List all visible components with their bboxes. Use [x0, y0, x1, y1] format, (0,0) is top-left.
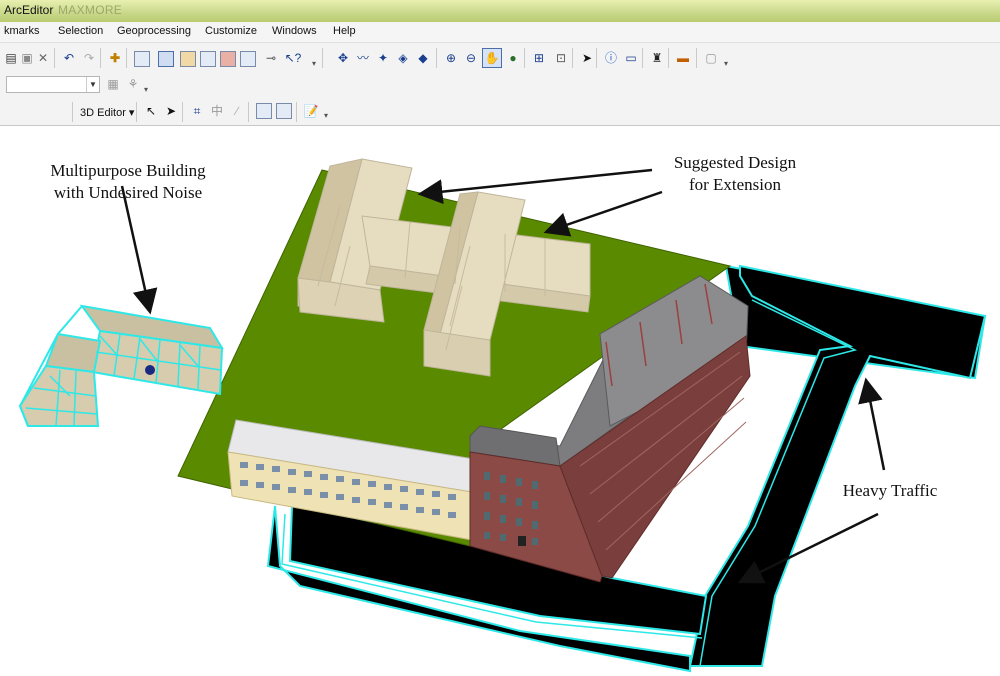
3d-editor-menu[interactable]: 3D Editor ▾	[80, 106, 134, 119]
toolbar-overflow-icon[interactable]: ▾	[144, 85, 150, 95]
search-window-icon[interactable]	[200, 51, 216, 67]
toolbar-separator	[248, 102, 249, 122]
menu-customize[interactable]: Customize	[205, 25, 257, 37]
arctoolbox-icon[interactable]	[220, 51, 236, 67]
model-builder-icon[interactable]: ⊸	[262, 49, 280, 67]
layer-combo[interactable]: ▼	[6, 76, 100, 93]
edit-placement-icon[interactable]: ➤	[162, 102, 180, 120]
menu-help[interactable]: Help	[333, 25, 356, 37]
design-annotation: Suggested Design for Extension	[642, 152, 828, 196]
zoom-in-icon[interactable]: ⊕	[442, 49, 460, 67]
menu-windows[interactable]: Windows	[272, 25, 317, 37]
toolbar-separator	[54, 48, 55, 68]
3d-editor-toolbar: 3D Editor ▾ ↖ ➤ ⌗ 中 ∕ 📝 ▾	[0, 97, 1000, 126]
animation-icon[interactable]: ▢	[702, 49, 720, 67]
toolbar-separator	[136, 102, 137, 122]
toolbar-separator	[182, 102, 183, 122]
draw-icon[interactable]: ▦	[104, 75, 122, 93]
fly-icon[interactable]: 〰	[354, 49, 372, 67]
toolbar-separator	[100, 48, 101, 68]
standard-toolbar: ▤ ▣ ✕ ↶ ↷ ✚ ⊸ ↖? ▾ ✥ 〰 ✦ ◈ ◆ ⊕ ⊖ ✋ ● ⊞ ⊡…	[0, 43, 1000, 74]
sketch-properties-icon[interactable]	[276, 103, 292, 119]
toolbar-separator	[668, 48, 669, 68]
toolbar-separator	[596, 48, 597, 68]
toolbar-separator	[572, 48, 573, 68]
scene-canvas	[18, 158, 987, 673]
center-on-target-icon[interactable]: ✦	[374, 49, 392, 67]
arrow-design-2	[543, 190, 663, 237]
arrow-noise	[120, 185, 158, 315]
pan-icon[interactable]: ✋	[482, 48, 502, 68]
toolbar-separator	[696, 48, 697, 68]
zoom-to-target-icon[interactable]: ◈	[394, 49, 412, 67]
multipurpose-building	[18, 304, 224, 427]
noise-annotation: Multipurpose Building with Undesired Noi…	[18, 160, 238, 204]
delete-icon[interactable]: ✕	[34, 49, 52, 67]
navigate-icon[interactable]: ✥	[334, 49, 352, 67]
arrow-traffic-up	[858, 377, 886, 471]
window-title: ArcEditor	[4, 3, 54, 17]
noise-annotation-line1: Multipurpose Building	[50, 161, 206, 180]
toolbar-separator	[72, 102, 73, 122]
toolbar-separator	[296, 102, 297, 122]
toolbar-separator	[524, 48, 525, 68]
map-view-icon[interactable]	[134, 51, 150, 67]
globe-icon[interactable]: ●	[504, 49, 522, 67]
lighting-icon[interactable]: ⚘	[124, 75, 142, 93]
menu-selection[interactable]: Selection	[58, 25, 103, 37]
toolbar-overflow-icon[interactable]: ▾	[312, 59, 318, 69]
3d-scene-view[interactable]: Multipurpose Building with Undesired Noi…	[0, 126, 1000, 676]
noise-source-marker	[145, 365, 155, 375]
toolbar-separator	[436, 48, 437, 68]
whats-this-icon[interactable]: ↖?	[284, 49, 302, 67]
html-popup-icon[interactable]: ▭	[622, 49, 640, 67]
design-annotation-line2: for Extension	[688, 175, 782, 194]
catalog-icon[interactable]	[180, 51, 196, 67]
menu-bar: kmarks Selection Geoprocessing Customize…	[0, 22, 1000, 43]
arrow-design-1	[417, 168, 653, 205]
set-observer-icon[interactable]: ◆	[414, 49, 432, 67]
menu-geoprocessing[interactable]: Geoprocessing	[117, 25, 191, 37]
measure-icon[interactable]: ▬	[674, 49, 692, 67]
undo-icon[interactable]: ↶	[60, 49, 78, 67]
window-title-ghost: MAXMORE	[58, 3, 166, 17]
edit-vertices-icon[interactable]: ⌗	[188, 102, 206, 120]
identify-icon[interactable]: ⓘ	[602, 49, 620, 67]
toolbar-separator	[126, 48, 127, 68]
toolbar-separator	[642, 48, 643, 68]
select-arrow-icon[interactable]: ➤	[578, 49, 596, 67]
find-icon[interactable]: ♜	[648, 49, 666, 67]
menu-bookmarks[interactable]: kmarks	[4, 25, 39, 37]
noise-annotation-line2: with Undesired Noise	[53, 183, 203, 202]
narrow-fov-icon[interactable]: ⊡	[552, 49, 570, 67]
title-bar: ArcEditor MAXMORE	[0, 0, 1000, 23]
add-data-icon[interactable]: ✚	[106, 49, 124, 67]
cut-polygons-icon[interactable]: ∕	[228, 102, 246, 120]
toolbar-overflow-icon[interactable]: ▾	[724, 59, 730, 69]
python-window-icon[interactable]	[240, 51, 256, 67]
design-annotation-line1: Suggested Design	[673, 153, 797, 172]
layout-view-icon[interactable]	[158, 51, 174, 67]
toolbar-separator	[322, 48, 323, 68]
full-extent-icon[interactable]: ⊞	[530, 49, 548, 67]
reshape-icon[interactable]: 中	[208, 102, 226, 120]
zoom-out-icon[interactable]: ⊖	[462, 49, 480, 67]
layer-toolbar: ▼ ▦ ⚘ ▾	[0, 73, 1000, 98]
attributes-icon[interactable]	[256, 103, 272, 119]
toolbar-overflow-icon[interactable]: ▾	[324, 111, 330, 121]
edit-tool-icon[interactable]: ↖	[142, 102, 160, 120]
chevron-down-icon[interactable]: ▼	[86, 77, 99, 92]
redo-icon[interactable]: ↷	[80, 49, 98, 67]
create-features-icon[interactable]: 📝	[302, 102, 320, 120]
traffic-annotation: Heavy Traffic	[842, 481, 938, 500]
